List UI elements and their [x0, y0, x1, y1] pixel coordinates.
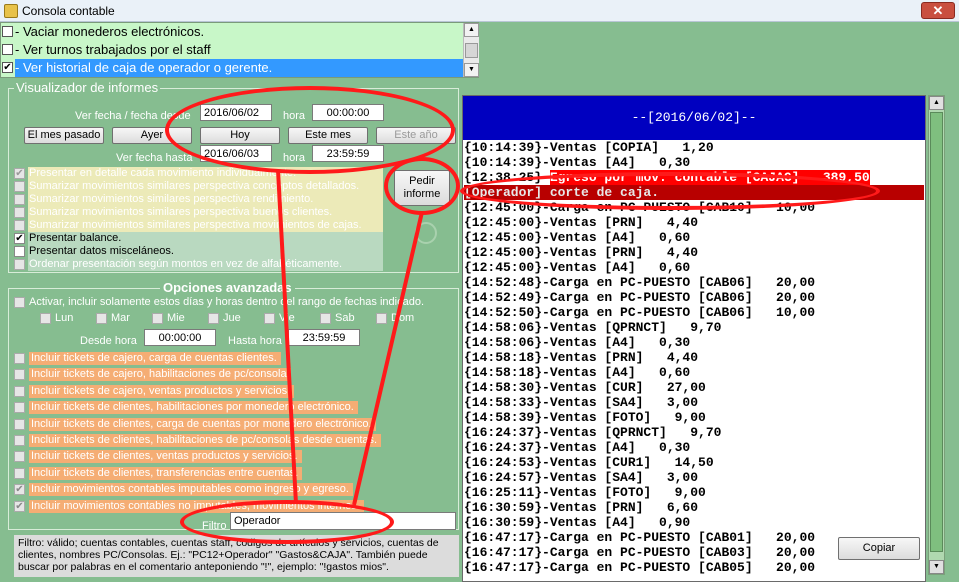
- annotation-line-1: [276, 169, 298, 505]
- annotation-lines: [276, 169, 424, 506]
- annotation-line-2: [352, 211, 424, 506]
